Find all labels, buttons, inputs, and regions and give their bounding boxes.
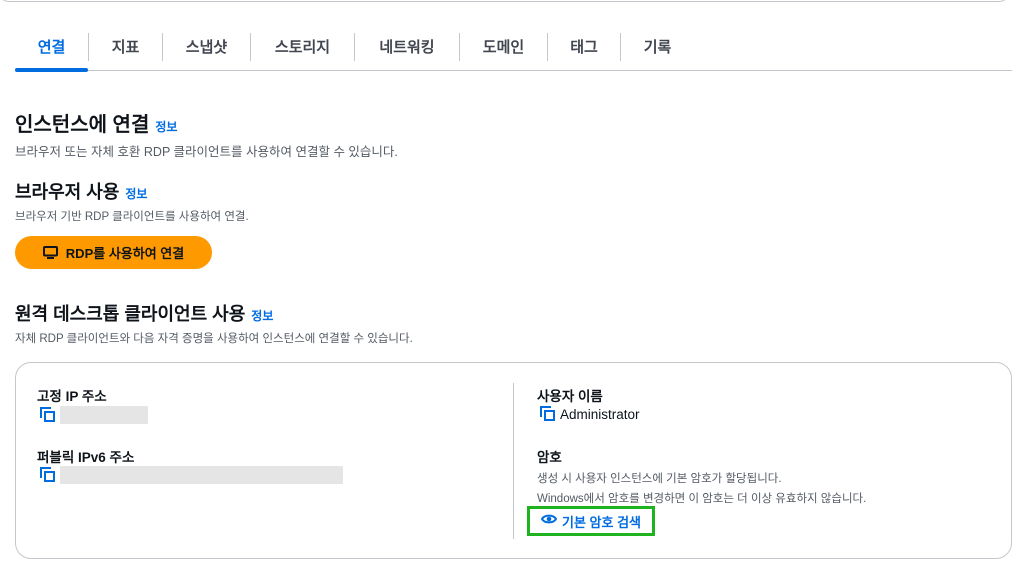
remote-section: 원격 데스크톱 클라이언트 사용 정보 자체 RDP 클라이언트와 다음 자격 증… bbox=[15, 300, 413, 346]
monitor-icon bbox=[42, 246, 58, 259]
column-divider bbox=[513, 383, 514, 539]
top-card-edge bbox=[0, 0, 1010, 2]
password-help-1: 생성 시 사용자 인스턴스에 기본 암호가 할당됩니다. bbox=[537, 473, 782, 485]
retrieve-password-button[interactable]: 기본 암호 검색 bbox=[527, 506, 655, 536]
static-ip-row bbox=[40, 406, 148, 424]
remote-description: 자체 RDP 클라이언트와 다음 자격 증명을 사용하여 인스턴스에 연결할 수… bbox=[15, 333, 413, 345]
tab-tags[interactable]: 태그 bbox=[548, 30, 620, 70]
copy-icon[interactable] bbox=[40, 467, 56, 483]
tab-storage[interactable]: 스토리지 bbox=[251, 30, 354, 70]
ipv6-row bbox=[40, 466, 343, 484]
browser-info-link[interactable]: 정보 bbox=[125, 187, 147, 201]
tab-metrics[interactable]: 지표 bbox=[89, 30, 162, 70]
static-ip-value-redacted bbox=[60, 406, 148, 424]
browser-description: 브라우저 기반 RDP 클라이언트를 사용하여 연결. bbox=[15, 211, 249, 223]
ipv6-label: 퍼블릭 IPv6 주소 bbox=[37, 450, 135, 465]
browser-title: 브라우저 사용 bbox=[15, 182, 120, 202]
copy-icon[interactable] bbox=[540, 406, 556, 422]
tab-history[interactable]: 기록 bbox=[621, 30, 694, 70]
password-help-2: Windows에서 암호를 변경하면 이 암호는 더 이상 유효하지 않습니다. bbox=[537, 493, 867, 505]
static-ip-label: 고정 IP 주소 bbox=[37, 389, 107, 404]
ipv6-value-redacted bbox=[60, 466, 343, 484]
connect-description: 브라우저 또는 자체 호환 RDP 클라이언트를 사용하여 연결할 수 있습니다… bbox=[15, 145, 398, 159]
eye-icon bbox=[540, 512, 558, 530]
username-row: Administrator bbox=[540, 406, 640, 422]
connect-info-link[interactable]: 정보 bbox=[155, 120, 177, 134]
tab-bar: 연결 지표 스냅샷 스토리지 네트워킹 도메인 태그 기록 bbox=[15, 30, 1012, 72]
connect-section: 인스턴스에 연결 정보 브라우저 또는 자체 호환 RDP 클라이언트를 사용하여… bbox=[15, 108, 398, 160]
credentials-card bbox=[15, 362, 1012, 559]
browser-section: 브라우저 사용 정보 브라우저 기반 RDP 클라이언트를 사용하여 연결. bbox=[15, 178, 249, 224]
retrieve-password-label: 기본 암호 검색 bbox=[562, 514, 641, 530]
tab-connect[interactable]: 연결 bbox=[15, 30, 88, 72]
remote-title: 원격 데스크톱 클라이언트 사용 bbox=[15, 304, 246, 324]
username-label: 사용자 이름 bbox=[537, 389, 603, 404]
connect-title: 인스턴스에 연결 bbox=[15, 114, 150, 136]
connect-rdp-label: RDP를 사용하여 연결 bbox=[65, 246, 185, 261]
tab-networking[interactable]: 네트워킹 bbox=[355, 30, 459, 70]
tab-snapshots[interactable]: 스냅샷 bbox=[163, 30, 250, 70]
tab-domains[interactable]: 도메인 bbox=[460, 30, 547, 70]
password-label: 암호 bbox=[537, 450, 562, 465]
connect-rdp-button[interactable]: RDP를 사용하여 연결 bbox=[15, 236, 212, 269]
remote-info-link[interactable]: 정보 bbox=[251, 309, 273, 323]
username-value: Administrator bbox=[560, 406, 640, 422]
copy-icon[interactable] bbox=[40, 407, 56, 423]
